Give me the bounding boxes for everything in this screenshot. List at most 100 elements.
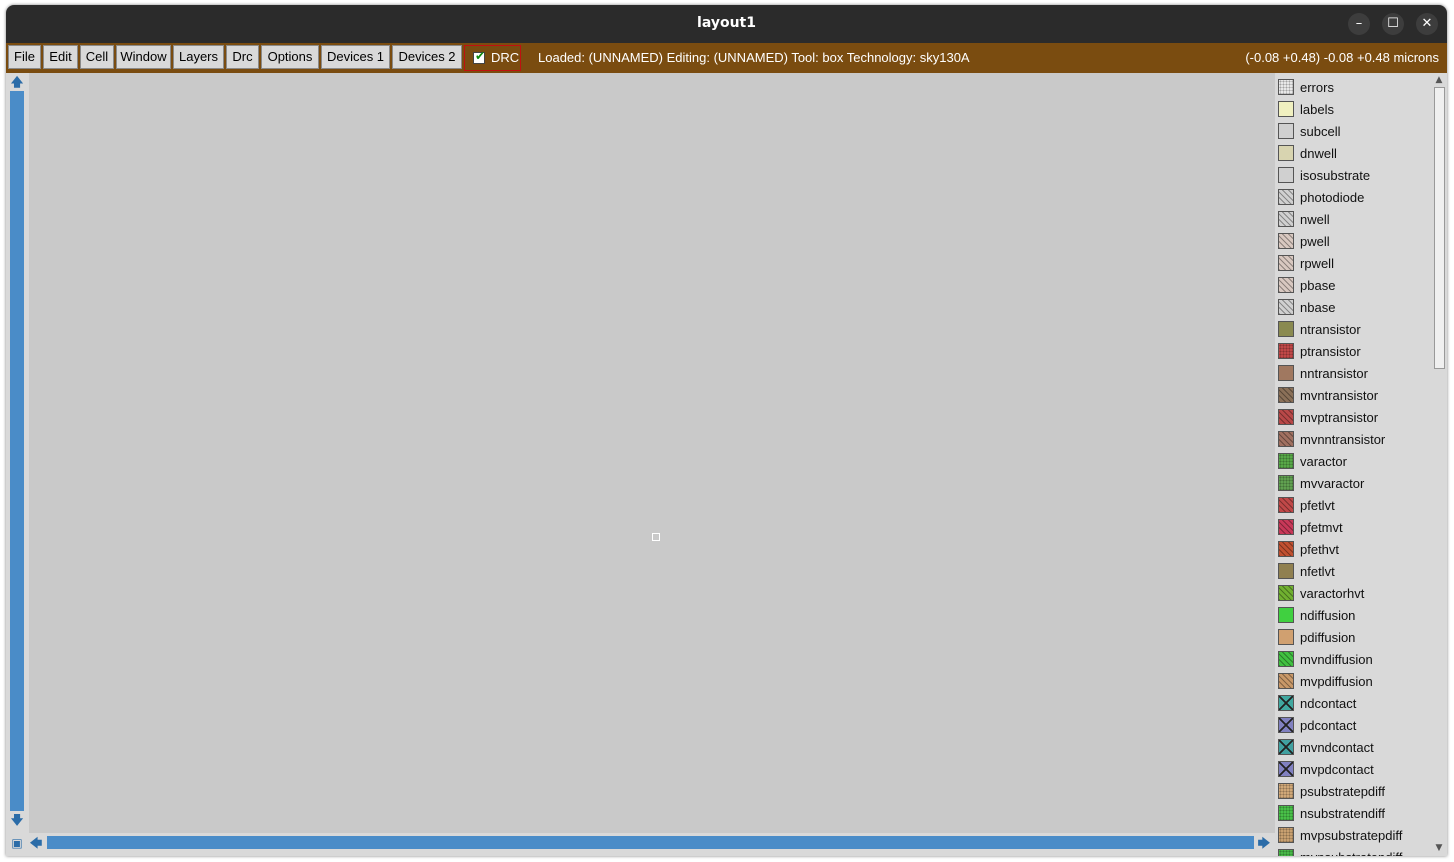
layer-item-mvpsubstratepdiff[interactable]: mvpsubstratepdiff: [1275, 825, 1432, 847]
palette-scroll-down-icon[interactable]: ▼: [1434, 843, 1444, 853]
menu-layers[interactable]: Layers: [173, 45, 224, 69]
layer-label: rpwell: [1300, 256, 1334, 271]
pdcontact-icon: [1278, 717, 1294, 733]
layer-item-pwell[interactable]: pwell: [1275, 231, 1432, 253]
mvnntransistor-icon: [1278, 431, 1294, 447]
menu-file[interactable]: File: [8, 45, 41, 69]
layer-item-mvvaractor[interactable]: mvvaractor: [1275, 473, 1432, 495]
layer-item-photodiode[interactable]: photodiode: [1275, 187, 1432, 209]
layer-item-nsubstratendiff[interactable]: nsubstratendiff: [1275, 803, 1432, 825]
close-button[interactable]: ✕: [1416, 13, 1438, 35]
layer-item-dnwell[interactable]: dnwell: [1275, 143, 1432, 165]
layer-item-nwell[interactable]: nwell: [1275, 209, 1432, 231]
layer-item-mvnsubstratendiff[interactable]: mvnsubstratendiff: [1275, 847, 1432, 856]
nntransistor-icon: [1278, 365, 1294, 381]
layer-item-mvndcontact[interactable]: mvndcontact: [1275, 737, 1432, 759]
layer-item-isosubstrate[interactable]: isosubstrate: [1275, 165, 1432, 187]
layer-item-subcell[interactable]: subcell: [1275, 121, 1432, 143]
layer-item-pfetlvt[interactable]: pfetlvt: [1275, 495, 1432, 517]
layer-item-ptransistor[interactable]: ptransistor: [1275, 341, 1432, 363]
scroll-down-arrow-icon[interactable]: 🡇: [10, 813, 24, 827]
layer-label: pfethvt: [1300, 542, 1340, 557]
layer-label: varactorhvt: [1300, 586, 1365, 601]
varactor-icon: [1278, 453, 1294, 469]
layer-item-pdiffusion[interactable]: pdiffusion: [1275, 627, 1432, 649]
layer-label: subcell: [1300, 124, 1341, 139]
maximize-button[interactable]: ☐: [1382, 13, 1404, 35]
horizontal-scrollbar[interactable]: ▣ 🡄 🡆: [6, 833, 1275, 853]
layer-label: mvptransistor: [1300, 410, 1379, 425]
zoom-box-icon[interactable]: ▣: [10, 836, 24, 850]
layer-label: pdiffusion: [1300, 630, 1356, 645]
horizontal-scroll-track[interactable]: [47, 836, 1254, 849]
layer-item-pfethvt[interactable]: pfethvt: [1275, 539, 1432, 561]
layer-label: ntransistor: [1300, 322, 1361, 337]
mvvaractor-icon: [1278, 475, 1294, 491]
rpwell-hatch-icon: [1278, 255, 1294, 271]
layer-label: photodiode: [1300, 190, 1365, 205]
menu-options[interactable]: Options: [261, 45, 319, 69]
subcell-icon: [1278, 123, 1294, 139]
layer-item-varactorhvt[interactable]: varactorhvt: [1275, 583, 1432, 605]
pwell-hatch-icon: [1278, 233, 1294, 249]
layer-item-mvpdcontact[interactable]: mvpdcontact: [1275, 759, 1432, 781]
palette-scroll-up-icon[interactable]: ▲: [1434, 75, 1444, 85]
menu-edit[interactable]: Edit: [43, 45, 78, 69]
layer-item-varactor[interactable]: varactor: [1275, 451, 1432, 473]
layer-item-errors[interactable]: errors: [1275, 77, 1432, 99]
menu-devices-2[interactable]: Devices 2: [392, 45, 462, 69]
layer-item-labels[interactable]: labels: [1275, 99, 1432, 121]
layer-item-ntransistor[interactable]: ntransistor: [1275, 319, 1432, 341]
palette-scroll-thumb[interactable]: [1434, 87, 1445, 369]
title-bar[interactable]: layout1 – ☐ ✕: [6, 5, 1447, 43]
menu-window[interactable]: Window: [116, 45, 171, 69]
layer-item-ndiffusion[interactable]: ndiffusion: [1275, 605, 1432, 627]
layer-item-pbase[interactable]: pbase: [1275, 275, 1432, 297]
layer-item-mvnntransistor[interactable]: mvnntransistor: [1275, 429, 1432, 451]
layer-item-mvpdiffusion[interactable]: mvpdiffusion: [1275, 671, 1432, 693]
layer-item-mvptransistor[interactable]: mvptransistor: [1275, 407, 1432, 429]
labels-icon: [1278, 101, 1294, 117]
layer-label: nwell: [1300, 212, 1330, 227]
layer-palette-scrollbar[interactable]: ▲ ▼: [1432, 73, 1447, 856]
layout-canvas[interactable]: [29, 73, 1275, 833]
vertical-scrollbar[interactable]: 🡅 🡇: [8, 73, 26, 833]
layer-item-ndcontact[interactable]: ndcontact: [1275, 693, 1432, 715]
layer-item-nntransistor[interactable]: nntransistor: [1275, 363, 1432, 385]
layer-item-nbase[interactable]: nbase: [1275, 297, 1432, 319]
varactorhvt-icon: [1278, 585, 1294, 601]
scroll-left-arrow-icon[interactable]: 🡄: [29, 836, 43, 850]
layer-label: errors: [1300, 80, 1334, 95]
layer-label: pfetmvt: [1300, 520, 1343, 535]
scroll-right-arrow-icon[interactable]: 🡆: [1257, 836, 1271, 850]
layer-label: ndcontact: [1300, 696, 1357, 711]
layer-item-pdcontact[interactable]: pdcontact: [1275, 715, 1432, 737]
drc-checkbox[interactable]: ✔: [473, 49, 485, 64]
scroll-up-arrow-icon[interactable]: 🡅: [10, 75, 24, 89]
psubstratepdiff-icon: [1278, 783, 1294, 799]
layer-item-rpwell[interactable]: rpwell: [1275, 253, 1432, 275]
layer-label: mvndiffusion: [1300, 652, 1373, 667]
pfetlvt-icon: [1278, 497, 1294, 513]
mvnsubstratendiff-icon: [1278, 849, 1294, 856]
layer-label: nsubstratendiff: [1300, 806, 1386, 821]
layer-item-pfetmvt[interactable]: pfetmvt: [1275, 517, 1432, 539]
layer-item-psubstratepdiff[interactable]: psubstratepdiff: [1275, 781, 1432, 803]
box-tool-cursor: [652, 533, 660, 541]
layer-label: labels: [1300, 102, 1334, 117]
menu-bar: File Edit Cell Window Layers Drc Options…: [6, 43, 1447, 73]
pdiffusion-icon: [1278, 629, 1294, 645]
layer-item-mvndiffusion[interactable]: mvndiffusion: [1275, 649, 1432, 671]
menu-drc[interactable]: Drc: [226, 45, 259, 69]
menu-devices-1[interactable]: Devices 1: [321, 45, 390, 69]
pbase-hatch-icon: [1278, 277, 1294, 293]
menu-cell[interactable]: Cell: [80, 45, 114, 69]
status-text: Loaded: (UNNAMED) Editing: (UNNAMED) Too…: [538, 50, 970, 65]
vertical-scroll-track[interactable]: [10, 91, 24, 811]
layer-item-nfetlvt[interactable]: nfetlvt: [1275, 561, 1432, 583]
mvntransistor-icon: [1278, 387, 1294, 403]
minimize-button[interactable]: –: [1348, 13, 1370, 35]
layer-item-mvntransistor[interactable]: mvntransistor: [1275, 385, 1432, 407]
coordinate-readout: (-0.08 +0.48) -0.08 +0.48 microns: [1245, 50, 1439, 65]
drc-toggle[interactable]: ✔ DRC: [464, 45, 521, 71]
